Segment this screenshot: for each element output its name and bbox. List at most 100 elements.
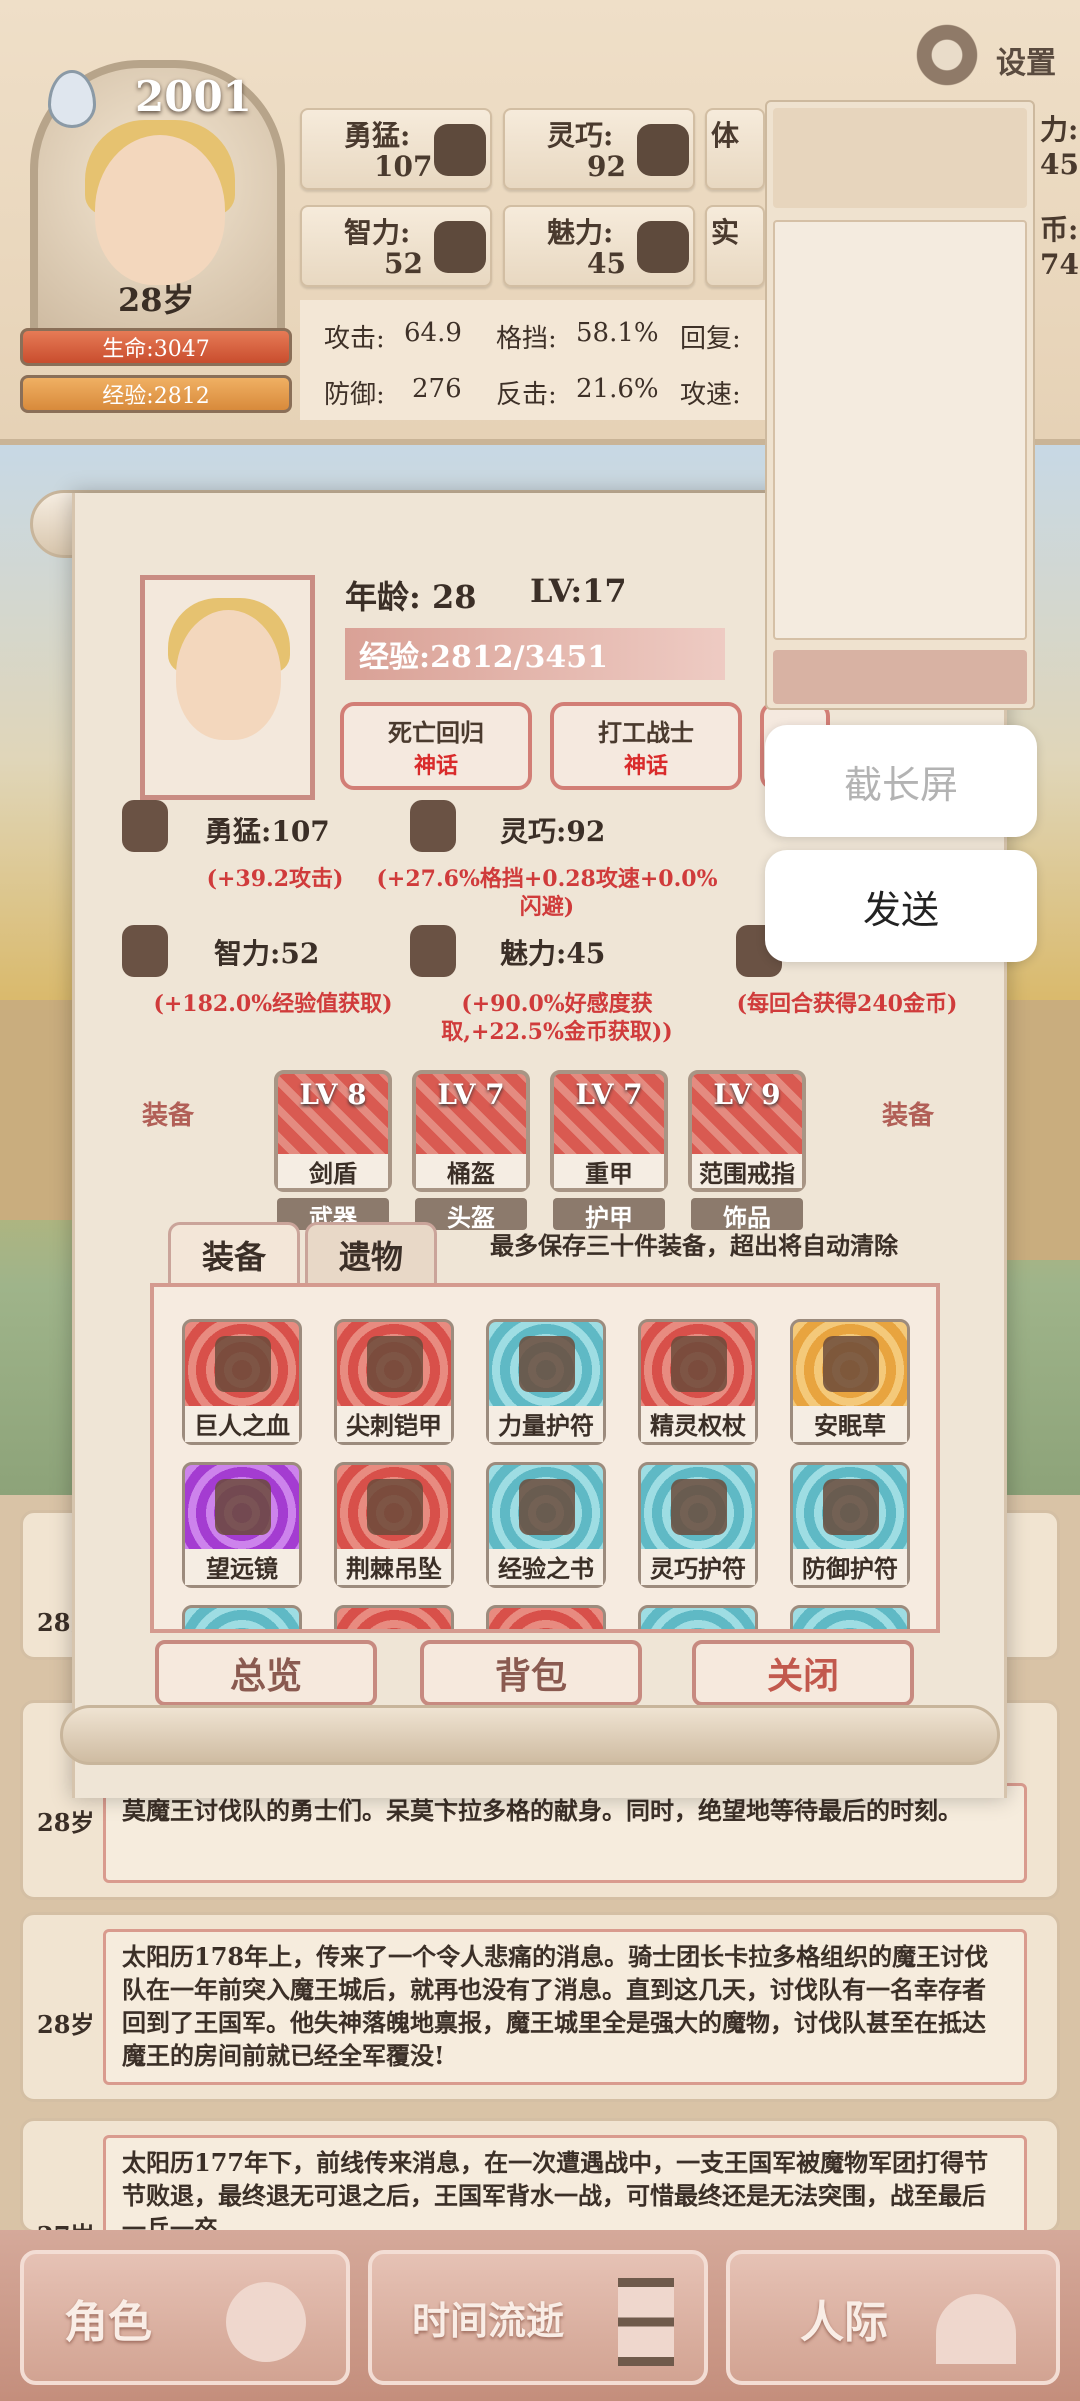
bag-button[interactable]: 背包 (420, 1640, 642, 1706)
equip-name: 范围戒指 (692, 1154, 802, 1188)
inventory-item[interactable]: 尖刺铠甲 (334, 1319, 454, 1445)
stat-attack-value: 64.9 (404, 318, 462, 348)
inventory-item[interactable]: 力量护符 (486, 1319, 606, 1445)
people-icon (936, 2294, 1016, 2364)
equip-name: 剑盾 (278, 1154, 388, 1188)
scroll-bottom-roll (60, 1705, 1000, 1765)
item-name: 力量护符 (489, 1406, 603, 1442)
item-name: 精灵权杖 (641, 1406, 755, 1442)
amulet-icon (519, 1336, 575, 1392)
equipped-helmet[interactable]: LV 7 桶盔 (412, 1070, 530, 1192)
tab-relics[interactable]: 遗物 (305, 1222, 437, 1284)
button-label: 总览 (229, 1655, 302, 1697)
nav-label: 角色 (64, 2296, 152, 2348)
close-button[interactable]: 关闭 (692, 1640, 914, 1706)
spiked-armor-icon (367, 1336, 423, 1392)
log-text: 太阳历178年上，传来了一个令人悲痛的消息。骑士团长卡拉多格组织的魔王讨伐队在一… (103, 1929, 1027, 2085)
attr-strength-partial: 实 (705, 205, 765, 287)
send-button[interactable]: 发送 (765, 850, 1037, 962)
nav-time-passage[interactable]: 时间流逝 (368, 2250, 708, 2385)
tab-equipment[interactable]: 装备 (168, 1222, 300, 1284)
brain-icon (434, 221, 486, 273)
inventory-item[interactable]: 安眠草 (790, 1319, 910, 1445)
settings-button[interactable]: 设置 (912, 20, 1072, 92)
attr-name: 体 (711, 119, 740, 152)
inventory-item[interactable] (638, 1605, 758, 1629)
equip-name: 桶盔 (416, 1154, 526, 1188)
long-screenshot-button[interactable]: 截长屏 (765, 725, 1037, 837)
item-name: 安眠草 (793, 1406, 907, 1442)
inventory-item[interactable]: 精灵权杖 (638, 1319, 758, 1445)
character-bust-icon (226, 2282, 306, 2362)
attr-stamina-partial: 体 (705, 108, 765, 190)
current-year: 2001 (135, 72, 252, 121)
character-age: 28岁 (118, 281, 195, 319)
attr-name: 勇猛: (344, 119, 411, 152)
button-label: 截长屏 (843, 762, 958, 807)
thumb-nav (773, 650, 1027, 704)
inventory-item[interactable]: 灵巧护符 (638, 1462, 758, 1588)
book-icon (519, 1479, 575, 1535)
item-name: 防御护符 (793, 1549, 907, 1585)
ability-bonus: (+182.0%经验值获取) (153, 991, 393, 1017)
attr-courage: 勇猛: 107 (300, 108, 492, 190)
attr-value: 45 (587, 247, 626, 280)
item-name: 望远镜 (185, 1549, 299, 1585)
log-text: 莫魔王讨伐队的勇士们。呆莫卞拉多格的献身。同时，绝望地等待最后的时刻。 (103, 1783, 1027, 1883)
amulet-icon (823, 1479, 879, 1535)
equip-name: 重甲 (554, 1154, 664, 1188)
button-label: 关闭 (766, 1655, 839, 1697)
ability-bonus: (+27.6%格挡+0.28攻速+0.0%闪避) (376, 866, 718, 920)
attr-name: 魅力: (547, 216, 614, 249)
inventory-note: 最多保存三十件装备，超出将自动清除 (490, 1231, 898, 1260)
overview-button[interactable]: 总览 (155, 1640, 377, 1706)
screenshot-thumbnail[interactable] (765, 100, 1035, 710)
attr-name: 灵巧: (547, 119, 614, 152)
inventory-item[interactable]: 望远镜 (182, 1462, 302, 1588)
peek-label-1: 力: (1040, 113, 1079, 146)
dialog-exp: 经验:2812/3451 (345, 628, 725, 680)
ability-bonus: (每回合获得240金币) (736, 991, 958, 1017)
inventory-item[interactable] (486, 1605, 606, 1629)
item-name: 经验之书 (489, 1549, 603, 1585)
trait-card[interactable]: 打工战士 神话 (550, 702, 742, 790)
item-name: 巨人之血 (185, 1406, 299, 1442)
dialog-avatar (176, 610, 281, 740)
inventory-item[interactable] (334, 1605, 454, 1629)
fist-icon (434, 124, 486, 176)
inventory-item[interactable]: 荆棘吊坠 (334, 1462, 454, 1588)
ability-bonus: (+90.0%好感度获取,+22.5%金币获取)) (441, 991, 673, 1045)
inventory-item[interactable] (182, 1605, 302, 1629)
nav-character[interactable]: 角色 (20, 2250, 350, 2385)
trait-name: 死亡回归 (388, 717, 484, 747)
stat-counter-label: 反击: (496, 380, 557, 410)
inventory-item[interactable]: 巨人之血 (182, 1319, 302, 1445)
item-name: 尖刺铠甲 (337, 1406, 451, 1442)
nav-label: 人际 (800, 2296, 888, 2348)
gear-icon (912, 20, 982, 90)
equip-level: LV 7 (437, 1078, 505, 1111)
ability-name: 魅力:45 (500, 937, 606, 970)
inventory-item[interactable]: 防御护符 (790, 1462, 910, 1588)
equip-level: LV 8 (299, 1078, 367, 1111)
inventory-grid: 巨人之血 尖刺铠甲 力量护符 精灵权杖 安眠草 望远镜 荆棘吊坠 经验之书 灵巧… (150, 1283, 940, 1633)
inventory-item[interactable]: 经验之书 (486, 1462, 606, 1588)
fist-icon (122, 800, 168, 852)
ability-name: 灵巧:92 (500, 815, 606, 848)
cloak-icon (637, 124, 689, 176)
nav-relations[interactable]: 人际 (726, 2250, 1060, 2385)
equipped-accessory[interactable]: LV 9 范围戒指 (688, 1070, 806, 1192)
dialog-level: LV:17 (530, 572, 627, 610)
amulet-icon (671, 1479, 727, 1535)
trait-card[interactable]: 死亡回归 神话 (340, 702, 532, 790)
button-label: 发送 (862, 887, 939, 932)
tab-label: 遗物 (338, 1237, 403, 1276)
telescope-icon (215, 1479, 271, 1535)
attr-name: 实 (711, 216, 740, 249)
inventory-item[interactable] (790, 1605, 910, 1629)
combat-stats: 攻击: 64.9 格挡: 58.1% 回复: 防御: 276 反击: 21.6%… (300, 300, 770, 420)
ability-name: 勇猛:107 (205, 815, 330, 848)
equipped-weapon[interactable]: LV 8 剑盾 (274, 1070, 392, 1192)
stat-attack-label: 攻击: (324, 324, 385, 354)
equipped-armor[interactable]: LV 7 重甲 (550, 1070, 668, 1192)
